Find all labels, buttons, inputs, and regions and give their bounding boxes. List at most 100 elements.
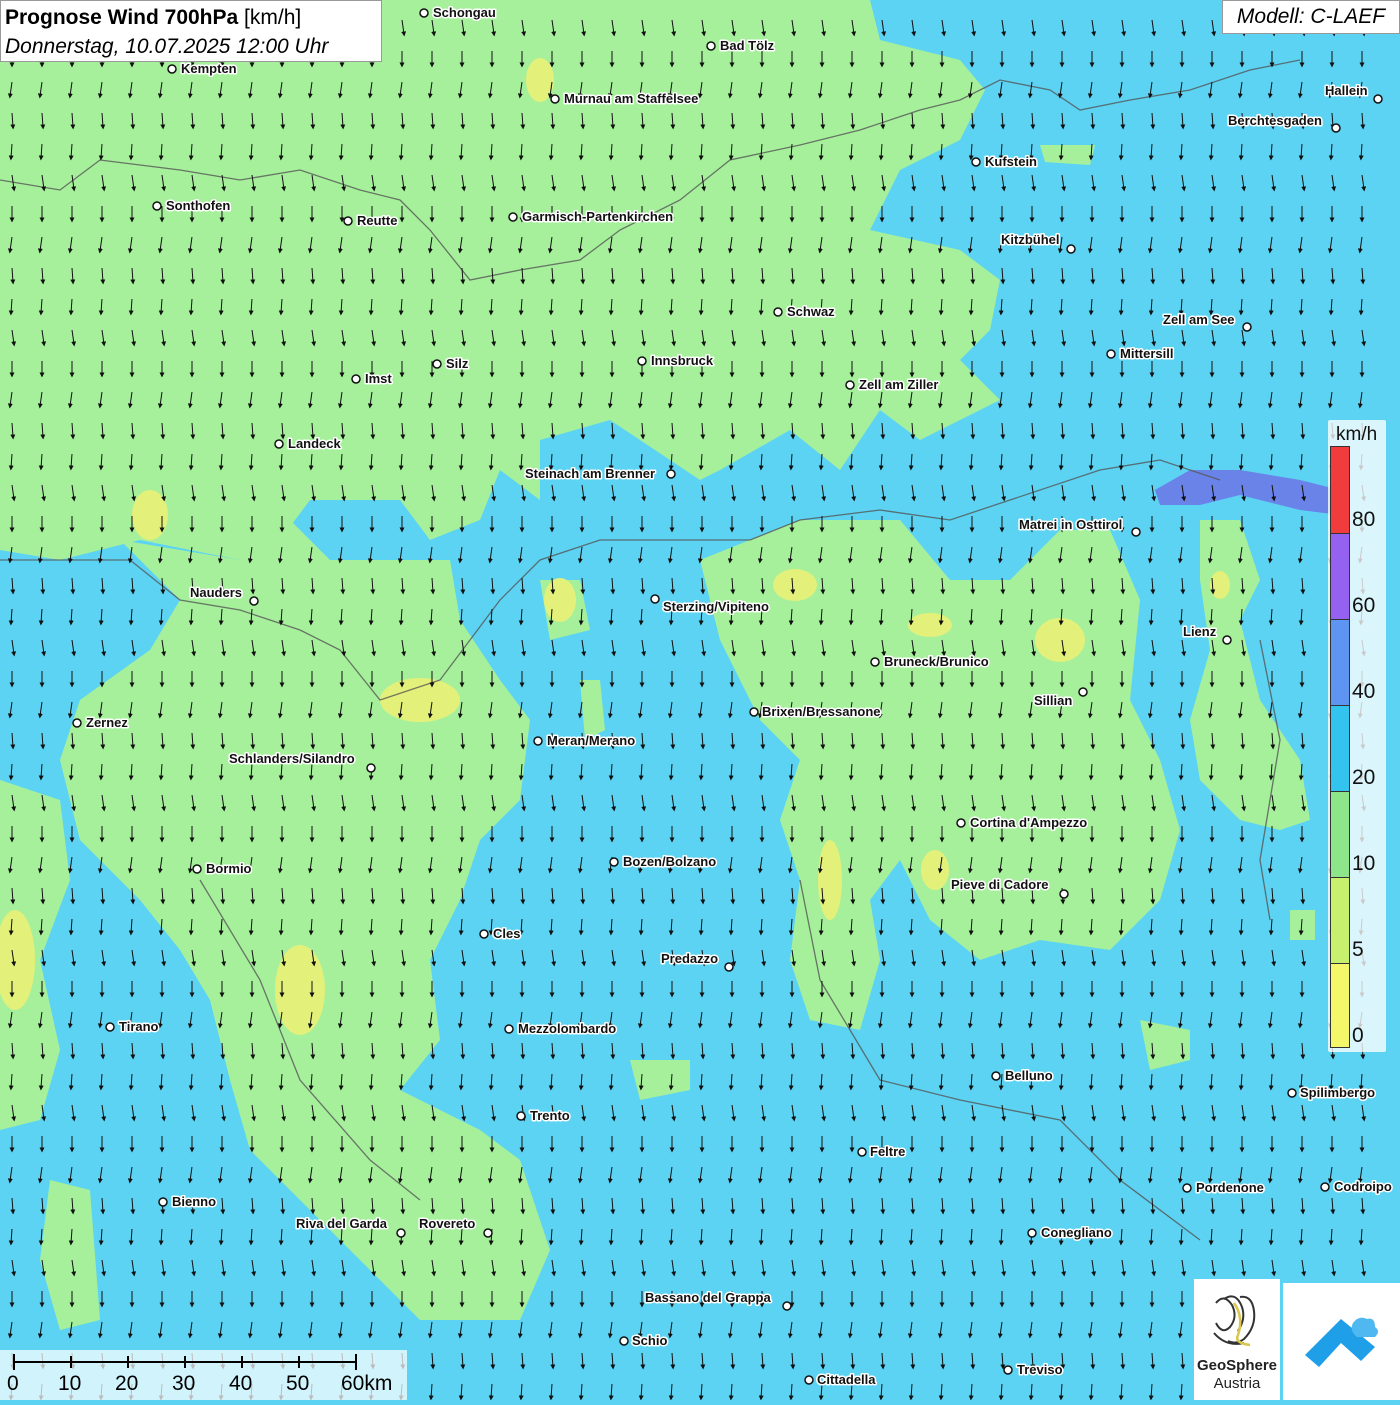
- legend-tick-40: 40: [1352, 680, 1376, 703]
- scale-label-20: 20: [115, 1372, 139, 1395]
- svg-text:Berchtesgaden: Berchtesgaden: [1228, 113, 1322, 128]
- svg-text:Silz: Silz: [446, 356, 469, 371]
- svg-text:Cittadella: Cittadella: [817, 1372, 876, 1387]
- city-bozen: Bozen/Bolzano: [609, 853, 718, 871]
- scale-label-10: 10: [58, 1372, 82, 1395]
- map-title-box: Prognose Wind 700hPa [km/h] Donnerstag, …: [0, 0, 382, 62]
- city-pordenone: Pordenone: [1182, 1179, 1265, 1197]
- svg-text:Lienz: Lienz: [1183, 624, 1217, 639]
- geosphere-wordmark-sub: Austria: [1213, 1375, 1261, 1392]
- svg-text:Belluno: Belluno: [1005, 1068, 1053, 1083]
- legend-tick-5: 5: [1352, 938, 1364, 961]
- svg-text:Bienno: Bienno: [172, 1194, 216, 1209]
- svg-text:Feltre: Feltre: [870, 1144, 905, 1159]
- svg-text:Trento: Trento: [530, 1108, 570, 1123]
- svg-text:Pieve di Cadore: Pieve di Cadore: [951, 877, 1049, 892]
- color-legend: km/h 80 60 40 20 10 5 0: [1328, 420, 1386, 1052]
- svg-text:Cles: Cles: [493, 926, 520, 941]
- svg-text:Landeck: Landeck: [288, 436, 342, 451]
- city-meran: Meran/Merano: [533, 732, 637, 750]
- svg-text:Bozen/Bolzano: Bozen/Bolzano: [623, 854, 716, 869]
- scale-label-0: 0: [7, 1372, 19, 1395]
- legend-tick-80: 80: [1352, 508, 1376, 531]
- svg-text:Matrei in Osttirol: Matrei in Osttirol: [1019, 517, 1122, 532]
- svg-text:Reutte: Reutte: [357, 213, 397, 228]
- svg-text:Mezzolombardo: Mezzolombardo: [518, 1021, 616, 1036]
- scale-label-40: 40: [229, 1372, 253, 1395]
- city-garmisch: Garmisch-Partenkirchen: [508, 208, 675, 226]
- map-title: Prognose Wind 700hPa [km/h]: [5, 6, 302, 29]
- geosphere-logo[interactable]: GeoSphere Austria: [1194, 1279, 1280, 1400]
- svg-text:Bormio: Bormio: [206, 861, 252, 876]
- legend-band-10: [1331, 791, 1349, 877]
- legend-band-20: [1331, 705, 1349, 791]
- svg-text:Meran/Merano: Meran/Merano: [547, 733, 635, 748]
- svg-text:Predazzo: Predazzo: [661, 951, 718, 966]
- city-cortina: Cortina d'Ampezzo: [956, 814, 1089, 832]
- svg-text:Schongau: Schongau: [433, 5, 496, 20]
- svg-text:Sillian: Sillian: [1034, 693, 1072, 708]
- map-title-unit: [km/h]: [244, 6, 302, 29]
- city-murnau: Murnau am Staffelsee: [550, 90, 700, 108]
- svg-text:Pordenone: Pordenone: [1196, 1180, 1264, 1195]
- scale-label-50: 50: [286, 1372, 310, 1395]
- legend-tick-20: 20: [1352, 766, 1376, 789]
- scale-label-30: 30: [172, 1372, 196, 1395]
- scale-bar: 0 10 20 30 40 50 60km: [0, 1350, 407, 1400]
- svg-text:Schwaz: Schwaz: [787, 304, 835, 319]
- city-mezzolombardo: Mezzolombardo: [504, 1020, 618, 1038]
- svg-text:Riva del Garda: Riva del Garda: [296, 1216, 388, 1231]
- legend-tick-0: 0: [1352, 1024, 1364, 1047]
- svg-text:Steinach am Brenner: Steinach am Brenner: [525, 466, 655, 481]
- svg-text:Murnau am Staffelsee: Murnau am Staffelsee: [564, 91, 698, 106]
- weather-app-logo[interactable]: [1283, 1283, 1400, 1400]
- city-zell-am-ziller: Zell am Ziller: [845, 376, 940, 394]
- svg-text:Rovereto: Rovereto: [419, 1216, 475, 1231]
- svg-text:Zernez: Zernez: [86, 715, 128, 730]
- svg-text:Spilimbergo: Spilimbergo: [1300, 1085, 1375, 1100]
- legend-band-5: [1331, 877, 1349, 963]
- svg-text:Hallein: Hallein: [1325, 83, 1368, 98]
- svg-text:Zell am Ziller: Zell am Ziller: [859, 377, 938, 392]
- city-bruneck: Bruneck/Brunico: [870, 653, 990, 671]
- cloud-arrow-icon: [1305, 1317, 1378, 1367]
- svg-text:Codroipo: Codroipo: [1334, 1179, 1392, 1194]
- model-label: Modell: C-LAEF: [1222, 0, 1400, 34]
- svg-text:Bad Tölz: Bad Tölz: [720, 38, 775, 53]
- svg-text:Nauders: Nauders: [190, 585, 242, 600]
- legend-band-80: [1331, 447, 1349, 533]
- svg-text:Imst: Imst: [365, 371, 392, 386]
- legend-band-0: [1331, 963, 1349, 1047]
- legend-band-60: [1331, 533, 1349, 619]
- svg-text:Innsbruck: Innsbruck: [651, 353, 714, 368]
- svg-text:Treviso: Treviso: [1017, 1362, 1063, 1377]
- svg-text:Schio: Schio: [632, 1333, 667, 1348]
- geosphere-wordmark: GeoSphere: [1196, 1357, 1278, 1374]
- svg-text:Cortina d'Ampezzo: Cortina d'Ampezzo: [970, 815, 1087, 830]
- wind-map: Schongau Bad Tölz Kempten Murnau am Staf…: [0, 0, 1400, 1400]
- forecast-date: Donnerstag, 10.07.2025 12:00 Uhr: [5, 35, 329, 58]
- svg-text:Garmisch-Partenkirchen: Garmisch-Partenkirchen: [522, 209, 673, 224]
- svg-text:Brixen/Bressanone: Brixen/Bressanone: [762, 704, 881, 719]
- geosphere-emblem-icon: [1213, 1295, 1256, 1347]
- svg-text:Kufstein: Kufstein: [985, 154, 1037, 169]
- legend-unit: km/h: [1336, 424, 1378, 445]
- svg-text:Zell am See: Zell am See: [1163, 312, 1235, 327]
- svg-text:Kempten: Kempten: [181, 61, 237, 76]
- legend-tick-10: 10: [1352, 852, 1376, 875]
- legend-tick-60: 60: [1352, 594, 1376, 617]
- svg-text:Kitzbühel: Kitzbühel: [1001, 232, 1060, 247]
- svg-text:Bruneck/Brunico: Bruneck/Brunico: [884, 654, 989, 669]
- scale-label-60: 60km: [341, 1372, 393, 1395]
- svg-text:Bassano del Grappa: Bassano del Grappa: [645, 1290, 771, 1305]
- svg-text:Mittersill: Mittersill: [1120, 346, 1173, 361]
- city-conegliano: Conegliano: [1027, 1224, 1113, 1242]
- svg-text:Sterzing/Vipiteno: Sterzing/Vipiteno: [663, 599, 769, 614]
- legend-band-40: [1331, 619, 1349, 705]
- svg-text:Sonthofen: Sonthofen: [166, 198, 230, 213]
- svg-text:Schlanders/Silandro: Schlanders/Silandro: [229, 751, 355, 766]
- city-spilimbergo: Spilimbergo: [1287, 1084, 1377, 1102]
- svg-text:Tirano: Tirano: [119, 1019, 159, 1034]
- legend-colorbar: [1330, 446, 1350, 1048]
- city-steinach: Steinach am Brenner: [524, 465, 676, 483]
